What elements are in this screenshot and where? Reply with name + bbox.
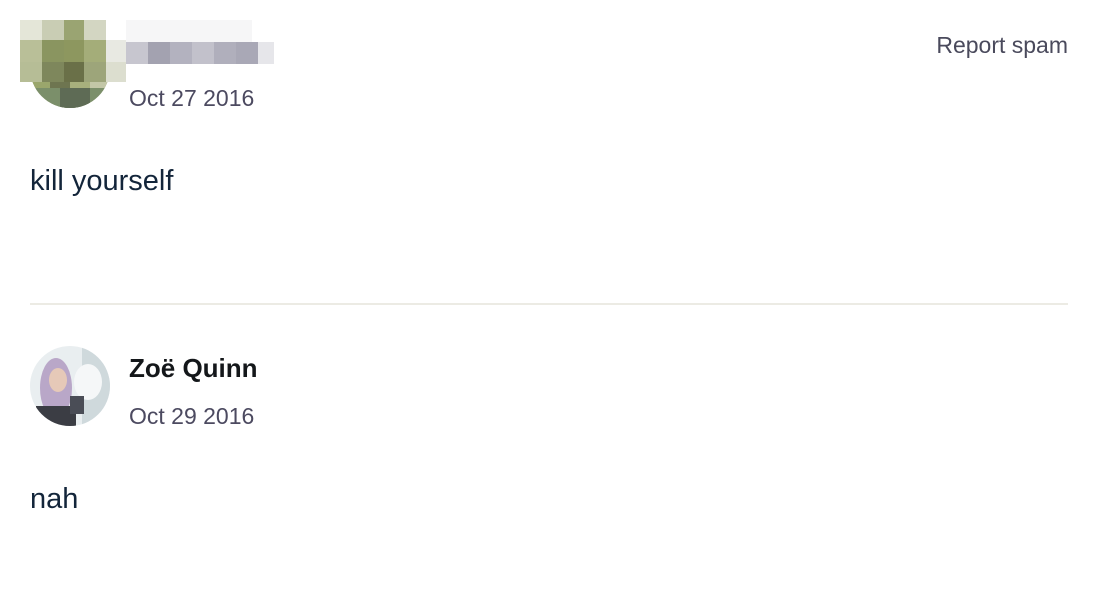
profile-photo-icon xyxy=(30,346,110,426)
comment-text: nah xyxy=(30,483,79,515)
report-spam-link[interactable]: Report spam xyxy=(936,32,1068,59)
comment-date: Oct 29 2016 xyxy=(129,403,255,429)
comment: Oct 27 2016 Report spam kill yourself xyxy=(20,0,1068,304)
comment-author[interactable]: Zoë Quinn xyxy=(129,353,258,384)
comment-date: Oct 27 2016 xyxy=(129,85,255,111)
censored-username xyxy=(126,20,274,64)
censored-avatar-overlay xyxy=(20,20,126,82)
comment: Zoë Quinn Oct 29 2016 nah xyxy=(30,305,1068,612)
avatar[interactable] xyxy=(30,346,110,426)
comment-text: kill yourself xyxy=(30,165,174,197)
